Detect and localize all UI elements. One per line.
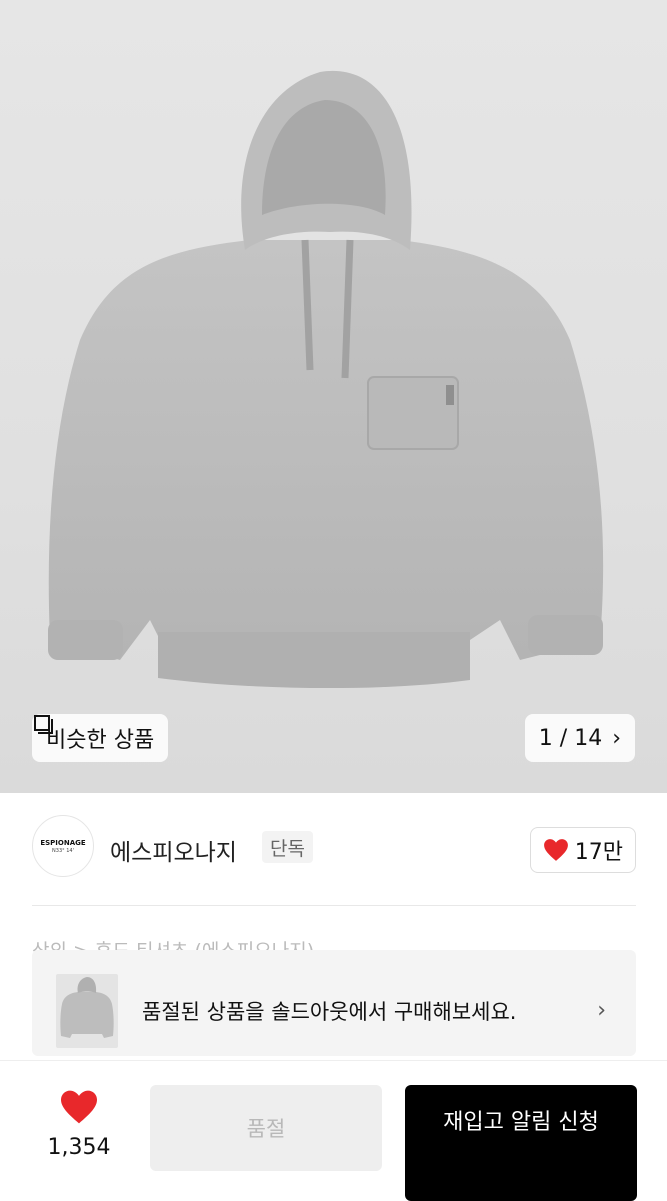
image-pager-button[interactable]: 1 / 14 › [524,714,635,762]
brand-logo-text: ESPIONAGE [40,838,86,847]
product-thumbnail [56,974,118,1048]
bottom-action-bar: 1,354 품절 재입고 알림 신청 [0,1060,667,1201]
similar-products-button[interactable]: 비슷한 상품 [32,714,169,762]
exclusive-badge: 단독 [262,831,313,863]
brand-like-count: 17만 [574,840,623,865]
restock-alert-label: 재입고 알림 신청 [443,1110,599,1135]
brand-name-link[interactable]: 에스피오나지 [110,833,237,867]
restock-alert-button[interactable]: 재입고 알림 신청 [405,1085,637,1201]
heart-icon [61,1090,97,1124]
soldout-marketplace-banner[interactable]: 품절된 상품을 솔드아웃에서 구매해보세요. › [32,950,636,1056]
heart-icon [543,839,568,861]
soldout-button: 품절 [150,1085,382,1171]
soldout-button-label: 품절 [246,1117,286,1141]
brand-logo[interactable]: ESPIONAGE N33° 14' [32,815,94,877]
image-pager-text: 1 / 14 [538,725,603,751]
wishlist-button[interactable]: 1,354 [38,1089,120,1160]
similar-icon [34,715,53,734]
brand-row: ESPIONAGE N33° 14' 에스피오나지 단독 17만 [32,815,636,881]
divider [32,905,636,906]
chevron-right-icon: › [597,998,606,1023]
wishlist-count: 1,354 [47,1135,111,1160]
similar-products-label: 비슷한 상품 [46,728,155,753]
hoodie-image [48,70,604,689]
soldout-banner-text: 품절된 상품을 솔드아웃에서 구매해보세요. [142,1000,517,1024]
brand-like-button[interactable]: 17만 [529,827,636,873]
product-image-carousel[interactable]: 비슷한 상품 1 / 14 › [0,0,667,793]
brand-logo-subtext: N33° 14' [52,847,74,854]
chevron-right-icon: › [612,725,621,751]
